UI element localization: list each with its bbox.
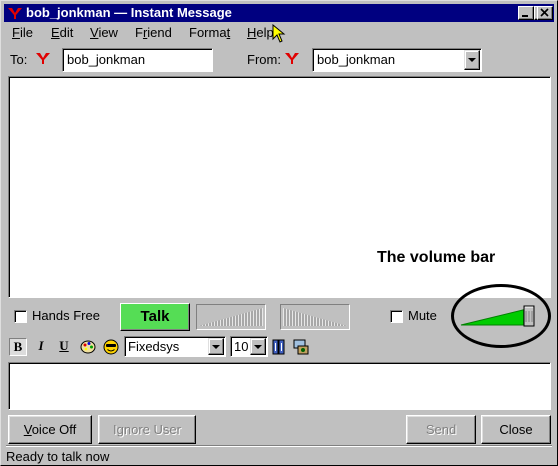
- address-book-button[interactable]: [270, 338, 288, 356]
- menu-file[interactable]: File: [12, 24, 33, 41]
- menu-friend[interactable]: Friend: [135, 24, 172, 41]
- menu-label: iend: [147, 25, 172, 40]
- yahoo-y-icon: [8, 8, 22, 19]
- from-label: From:: [247, 52, 281, 67]
- menu-mnemonic: E: [51, 25, 60, 40]
- smiley-button[interactable]: [102, 338, 120, 356]
- send-button[interactable]: Send: [406, 415, 476, 444]
- underline-label: U: [59, 338, 69, 353]
- meter-ramp: [283, 308, 347, 326]
- menu-help[interactable]: Help: [247, 24, 274, 41]
- minimize-icon: [522, 15, 528, 17]
- voice-off-label: oice Off: [31, 422, 77, 437]
- close-window-button[interactable]: Close: [481, 415, 551, 444]
- hands-free-checkbox[interactable]: [14, 310, 27, 323]
- to-field[interactable]: bob_jonkman: [62, 48, 213, 72]
- incoming-voice-meter: [280, 304, 350, 330]
- smiley-icon: [103, 339, 119, 355]
- color-palette-icon: [80, 340, 96, 354]
- menu-mnemonic: H: [247, 25, 257, 40]
- from-dropdown-button[interactable]: [464, 50, 480, 70]
- menu-label: F: [135, 25, 143, 40]
- close-icon: [540, 8, 549, 17]
- outgoing-voice-meter: [196, 304, 266, 330]
- mute-checkbox[interactable]: [390, 310, 403, 323]
- color-palette-button[interactable]: [79, 338, 97, 356]
- yahoo-y-icon: [36, 53, 50, 64]
- font-size-dropdown-button[interactable]: [250, 338, 266, 355]
- to-label: To:: [10, 52, 28, 67]
- menu-label: ile: [19, 25, 33, 40]
- from-select[interactable]: bob_jonkman: [312, 48, 482, 72]
- instant-message-window: bob_jonkman — Instant Message File Edit …: [0, 0, 558, 466]
- italic-label: I: [38, 338, 44, 353]
- status-divider: [6, 445, 552, 447]
- font-value: Fixedsys: [128, 339, 180, 354]
- menu-label: iew: [98, 25, 118, 40]
- voice-off-mnemonic: V: [23, 422, 32, 437]
- address-book-icon: [272, 339, 285, 355]
- mute-label: Mute: [408, 308, 437, 323]
- annotation-circle: [451, 284, 551, 348]
- voice-chat-button[interactable]: [292, 338, 310, 356]
- menu-format[interactable]: Format: [189, 24, 230, 41]
- font-dropdown-button[interactable]: [208, 338, 224, 355]
- italic-button[interactable]: I: [32, 338, 50, 356]
- bold-button[interactable]: B: [9, 338, 27, 356]
- from-value: bob_jonkman: [317, 52, 396, 67]
- menu-mnemonic: t: [226, 25, 231, 40]
- mouse-pointer-icon: [272, 24, 286, 43]
- menu-edit[interactable]: Edit: [51, 24, 73, 41]
- talk-button[interactable]: Talk: [120, 303, 190, 331]
- minimize-button[interactable]: [518, 6, 534, 20]
- close-button[interactable]: [537, 6, 553, 20]
- menu-view[interactable]: View: [90, 24, 118, 41]
- menu-mnemonic: F: [12, 25, 20, 40]
- hands-free-label: Hands Free: [32, 308, 100, 323]
- menu-bar: File Edit View Friend Format Help: [4, 23, 554, 43]
- title-bar[interactable]: bob_jonkman — Instant Message: [4, 4, 554, 22]
- font-size-value: 10: [234, 339, 249, 354]
- voice-chat-icon: [293, 339, 309, 355]
- status-bar: Ready to talk now: [6, 449, 110, 464]
- message-input[interactable]: [8, 362, 551, 410]
- volume-bar-annotation: The volume bar: [377, 249, 496, 266]
- window-title: bob_jonkman — Instant Message: [26, 5, 232, 20]
- ignore-user-button[interactable]: Ignore User: [98, 415, 196, 444]
- voice-off-button[interactable]: Voice Off: [8, 415, 92, 444]
- underline-button[interactable]: U: [55, 338, 73, 356]
- menu-label: dit: [59, 25, 74, 40]
- bold-label: B: [13, 339, 23, 354]
- yahoo-y-icon: [285, 53, 299, 64]
- meter-ramp: [199, 308, 263, 326]
- menu-label: Forma: [189, 25, 227, 40]
